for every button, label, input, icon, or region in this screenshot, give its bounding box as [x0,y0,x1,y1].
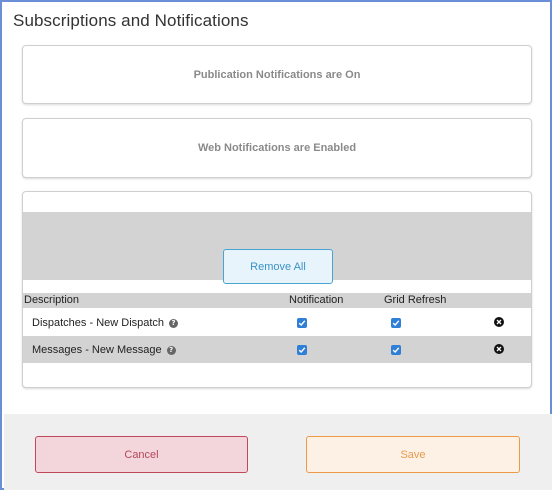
notification-checkbox[interactable] [297,345,307,355]
grid-refresh-checkbox[interactable] [391,318,401,328]
publication-status-text: Publication Notifications are On [193,68,361,81]
check-icon [392,320,400,327]
table-row: Dispatches - New Dispatch ? [23,309,531,336]
row-description-text: Messages - New Message [32,344,162,356]
help-icon[interactable]: ? [166,345,176,355]
web-notifications-status: Web Notifications are Enabled [22,118,532,178]
check-icon [392,347,400,354]
row-description-text: Dispatches - New Dispatch [32,317,165,329]
column-header-notification: Notification [289,294,344,306]
help-icon[interactable]: ? [169,318,179,328]
remove-all-button[interactable]: Remove All [223,249,333,284]
check-icon [298,320,306,327]
table-row: Messages - New Message ? [23,336,531,363]
publication-notifications-status: Publication Notifications are On [22,45,532,104]
column-header-grid-refresh: Grid Refresh [384,294,447,306]
web-status-text: Web Notifications are Enabled [197,142,357,154]
table-header: Description Notification Grid Refresh [23,293,531,308]
row-description: Messages - New Message ? [32,344,176,356]
dialog-title: Subscriptions and Notifications [13,11,249,30]
remove-subscription-icon[interactable] [494,344,504,354]
check-icon [298,347,306,354]
remove-subscription-icon[interactable] [494,317,504,327]
subscriptions-dialog: Subscriptions and Notifications Publicat… [0,0,552,490]
cancel-button[interactable]: Cancel [35,436,248,473]
grid-refresh-checkbox[interactable] [391,345,401,355]
dialog-footer: Cancel Save [4,414,552,490]
subscriptions-panel: Remove All Description Notification Grid… [22,191,532,388]
row-description: Dispatches - New Dispatch ? [32,317,179,329]
column-header-description: Description [24,294,80,306]
save-button[interactable]: Save [306,436,520,473]
actions-band: Remove All [23,212,531,284]
notification-checkbox[interactable] [297,318,307,328]
